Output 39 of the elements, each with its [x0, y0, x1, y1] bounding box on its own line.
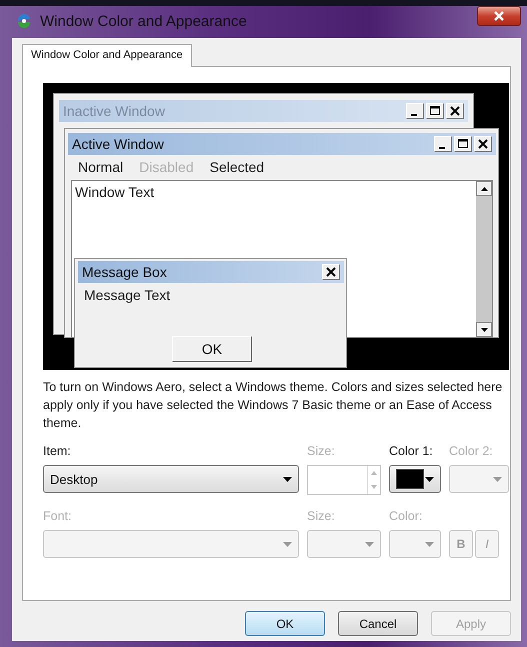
color-picker[interactable] [389, 465, 441, 493]
dialog-button[interactable]: Cancel [338, 611, 418, 636]
ok-button[interactable]: OK [172, 336, 252, 362]
message-text: Message Text [83, 286, 172, 305]
close-icon [322, 264, 340, 280]
dropdown-arrow-icon [283, 476, 292, 482]
field-label: Font: [43, 509, 72, 525]
close-icon [474, 136, 492, 152]
dropdown-arrow-icon [425, 476, 434, 482]
close-icon [493, 11, 505, 21]
tab[interactable]: Window Color and Appearance [22, 44, 192, 67]
item-dropdown[interactable]: Desktop [43, 465, 299, 493]
maximize-icon [454, 136, 472, 152]
window-title: Window Color and Appearance [40, 12, 248, 30]
dropdown-arrow-icon [425, 542, 434, 546]
info-text: To turn on Windows Aero, select a Windows theme. Colors and sizes selected here apply only if you have selected the Windows 7 Basic theme or an Ease of Access theme. [43, 379, 504, 432]
scroll-down-icon [480, 328, 488, 332]
field-label: Size: [307, 444, 336, 460]
maximize-icon [426, 103, 444, 119]
field-label: Color: [389, 509, 424, 525]
close-icon [446, 103, 464, 119]
field-label: Item: [43, 444, 72, 460]
message-box-title: Message Box [82, 264, 168, 280]
app-icon [16, 13, 32, 29]
window-text: Window Text [75, 184, 154, 200]
scroll-up-icon [480, 186, 488, 190]
field-label: Color 1: [389, 444, 434, 460]
dropdown-arrow-icon [493, 476, 502, 482]
minimize-icon [434, 136, 452, 152]
minimize-icon [406, 103, 424, 119]
active-window-title: Active Window [72, 136, 165, 152]
dropdown-arrow-icon [283, 542, 292, 546]
field-label: Color 2: [449, 444, 494, 460]
menu-item: Disabled [139, 159, 194, 176]
dialog-button[interactable]: OK [245, 611, 325, 636]
close-button[interactable] [477, 6, 521, 26]
inactive-window-title: Inactive Window [63, 103, 166, 119]
field-label: Size: [307, 509, 336, 525]
dropdown-arrow-icon [365, 542, 374, 546]
